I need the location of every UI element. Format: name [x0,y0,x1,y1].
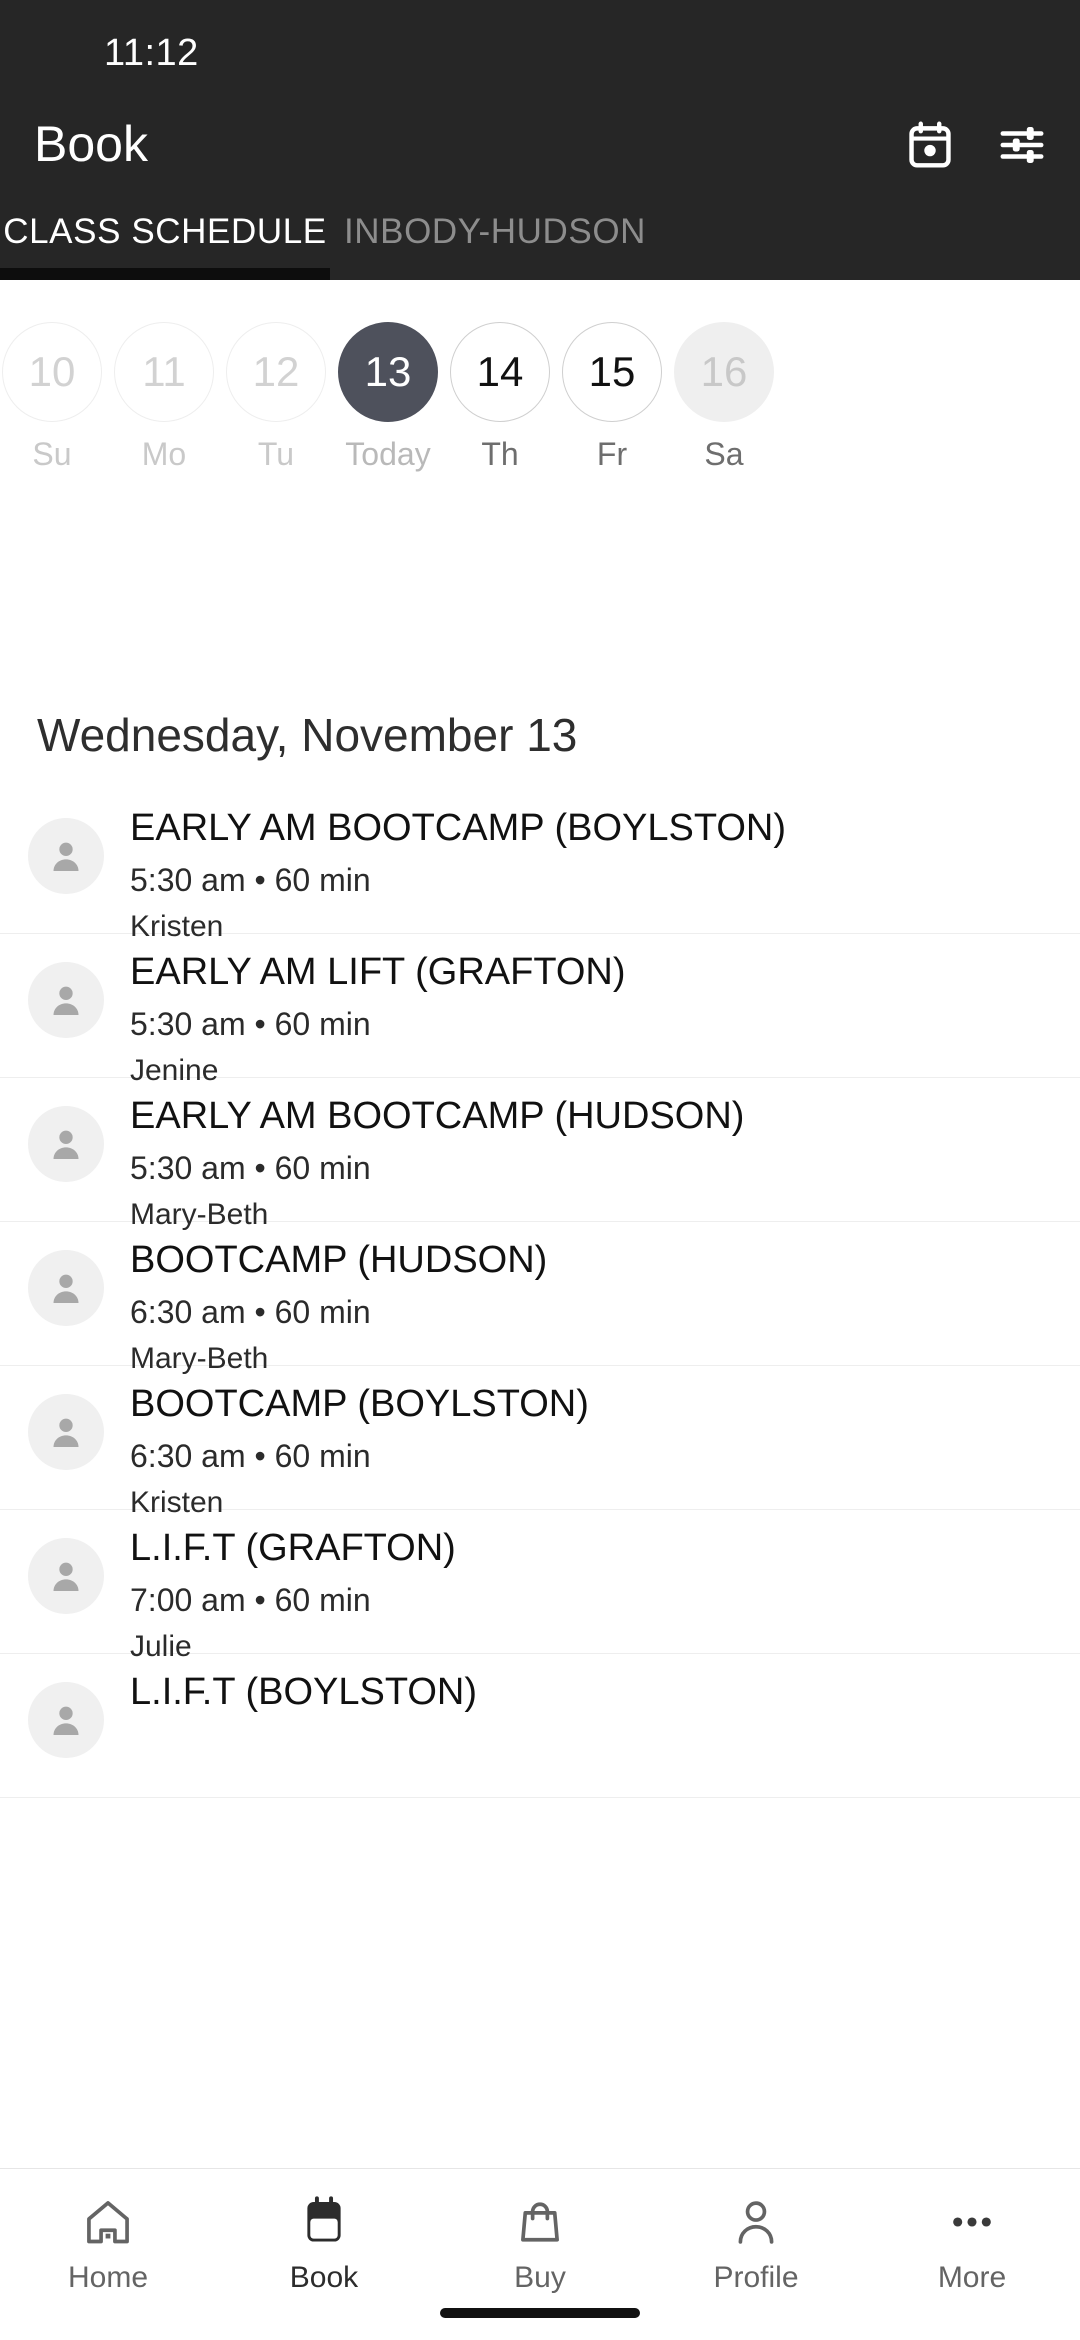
class-title: L.I.F.T (BOYLSTON) [130,1671,478,1713]
class-title: BOOTCAMP (BOYLSTON) [130,1383,589,1425]
person-icon [730,2191,782,2253]
app-bar: Book [0,95,1080,195]
date-chip-13-day: Today [345,436,431,472]
class-info: EARLY AM LIFT (GRAFTON) 5:30 am • 60 min… [130,949,626,1087]
tab-class-schedule[interactable]: CLASS SCHEDULE [0,196,330,268]
nav-item-more-label: More [937,2261,1007,2294]
calendar-icon [907,121,953,169]
class-list-item[interactable]: EARLY AM BOOTCAMP (HUDSON) 5:30 am • 60 … [0,1078,1080,1231]
class-time-duration: 6:30 am • 60 min [130,1293,371,1330]
person-icon [46,1268,86,1308]
class-info: L.I.F.T (BOYLSTON) [130,1669,477,1715]
status-bar: 11:12 [0,0,1080,95]
filter-icon [999,122,1045,168]
nav-item-buy-label: Buy [514,2261,566,2294]
tab-class-schedule-label: CLASS SCHEDULE [3,212,327,251]
app-header: 11:12 Book CLASS SCHEDULE INBODY-HUDSON [0,0,1080,280]
person-icon [46,980,86,1020]
class-title: BOOTCAMP (HUDSON) [130,1239,548,1281]
class-list-item[interactable]: EARLY AM LIFT (GRAFTON) 5:30 am • 60 min… [0,934,1080,1087]
date-chip-13-number: 13 [338,322,438,422]
class-info: BOOTCAMP (HUDSON) 6:30 am • 60 min Mary-… [130,1237,547,1375]
date-chip-12-day: Tu [257,436,295,472]
date-selector-strip[interactable]: 10 Su 11 Mo 12 Tu 13 Today 14 Th 15 Fr 1… [0,280,1080,472]
date-chip-12-number: 12 [226,322,326,422]
avatar [28,962,104,1038]
nav-item-home[interactable]: Home [0,2191,216,2295]
avatar [28,1538,104,1614]
calendar-button[interactable] [902,117,958,173]
class-info: EARLY AM BOOTCAMP (BOYLSTON) 5:30 am • 6… [130,805,786,943]
class-title: EARLY AM BOOTCAMP (HUDSON) [130,1095,745,1137]
date-chip-10-day: Su [32,436,72,472]
avatar [28,1106,104,1182]
class-list-item[interactable]: EARLY AM BOOTCAMP (BOYLSTON) 5:30 am • 6… [0,790,1080,943]
app-bar-actions [902,117,1050,173]
class-time-duration: 5:30 am • 60 min [130,1005,371,1042]
date-chip-15-number: 15 [562,322,662,422]
avatar [28,1394,104,1470]
date-chip-10-number: 10 [2,322,102,422]
date-chip-15[interactable]: 15 Fr [560,280,664,473]
class-time-duration: 7:00 am • 60 min [130,1581,371,1618]
class-time-duration: 5:30 am • 60 min [130,861,371,898]
home-icon [82,2191,134,2253]
class-title: L.I.F.T (GRAFTON) [130,1527,456,1569]
class-info: BOOTCAMP (BOYLSTON) 6:30 am • 60 min Kri… [130,1381,589,1519]
date-chip-14-day: Th [481,436,519,472]
class-title: EARLY AM BOOTCAMP (BOYLSTON) [130,807,787,849]
date-chip-11-day: Mo [141,436,187,472]
date-chip-15-day: Fr [596,436,628,472]
home-indicator-bar [440,2308,640,2318]
date-chip-16-number: 16 [674,322,774,422]
person-icon [46,1412,86,1452]
tab-inbody-hudson[interactable]: INBODY-HUDSON [330,196,660,268]
date-chip-12[interactable]: 12 Tu [224,280,328,473]
date-chip-13-selected[interactable]: 13 Today [336,280,440,473]
class-info: EARLY AM BOOTCAMP (HUDSON) 5:30 am • 60 … [130,1093,744,1231]
shopping-bag-icon [514,2191,566,2253]
class-list-item[interactable]: BOOTCAMP (BOYLSTON) 6:30 am • 60 min Kri… [0,1366,1080,1519]
nav-item-profile-label: Profile [713,2261,799,2294]
nav-item-book[interactable]: Book [216,2191,432,2295]
date-chip-14-number: 14 [450,322,550,422]
filter-button[interactable] [994,117,1050,173]
avatar [28,1682,104,1758]
class-title: EARLY AM LIFT (GRAFTON) [130,951,626,993]
status-bar-clock: 11:12 [104,32,199,74]
date-chip-10[interactable]: 10 Su [0,280,104,473]
class-time-duration: 6:30 am • 60 min [130,1437,371,1474]
more-dots-icon [946,2191,998,2253]
class-schedule-list[interactable]: EARLY AM BOOTCAMP (BOYLSTON) 5:30 am • 6… [0,790,1080,2170]
tab-active-indicator [0,268,330,280]
date-chip-14[interactable]: 14 Th [448,280,552,473]
date-chip-16-day: Sa [704,436,744,472]
class-list-item[interactable]: L.I.F.T (GRAFTON) 7:00 am • 60 min Julie [0,1510,1080,1663]
avatar [28,818,104,894]
date-chip-11[interactable]: 11 Mo [112,280,216,473]
selected-date-heading: Wednesday, November 13 [37,709,578,761]
date-chip-11-number: 11 [114,322,214,422]
class-list-item-partial[interactable]: L.I.F.T (BOYLSTON) [0,1654,1080,1798]
person-icon [46,1124,86,1164]
class-list-item[interactable]: BOOTCAMP (HUDSON) 6:30 am • 60 min Mary-… [0,1222,1080,1375]
person-icon [46,1556,86,1596]
nav-item-profile[interactable]: Profile [648,2191,864,2295]
nav-item-more[interactable]: More [864,2191,1080,2295]
tab-inbody-hudson-label: INBODY-HUDSON [343,212,647,251]
class-info: L.I.F.T (GRAFTON) 7:00 am • 60 min Julie [130,1525,456,1663]
calendar-icon [298,2191,350,2253]
person-icon [46,1700,86,1740]
person-icon [46,836,86,876]
page-title: Book [34,116,148,172]
nav-item-buy[interactable]: Buy [432,2191,648,2295]
nav-item-home-label: Home [67,2261,149,2294]
date-chip-16[interactable]: 16 Sa [672,280,776,473]
nav-item-book-label: Book [289,2261,359,2294]
class-time-duration: 5:30 am • 60 min [130,1149,371,1186]
avatar [28,1250,104,1326]
